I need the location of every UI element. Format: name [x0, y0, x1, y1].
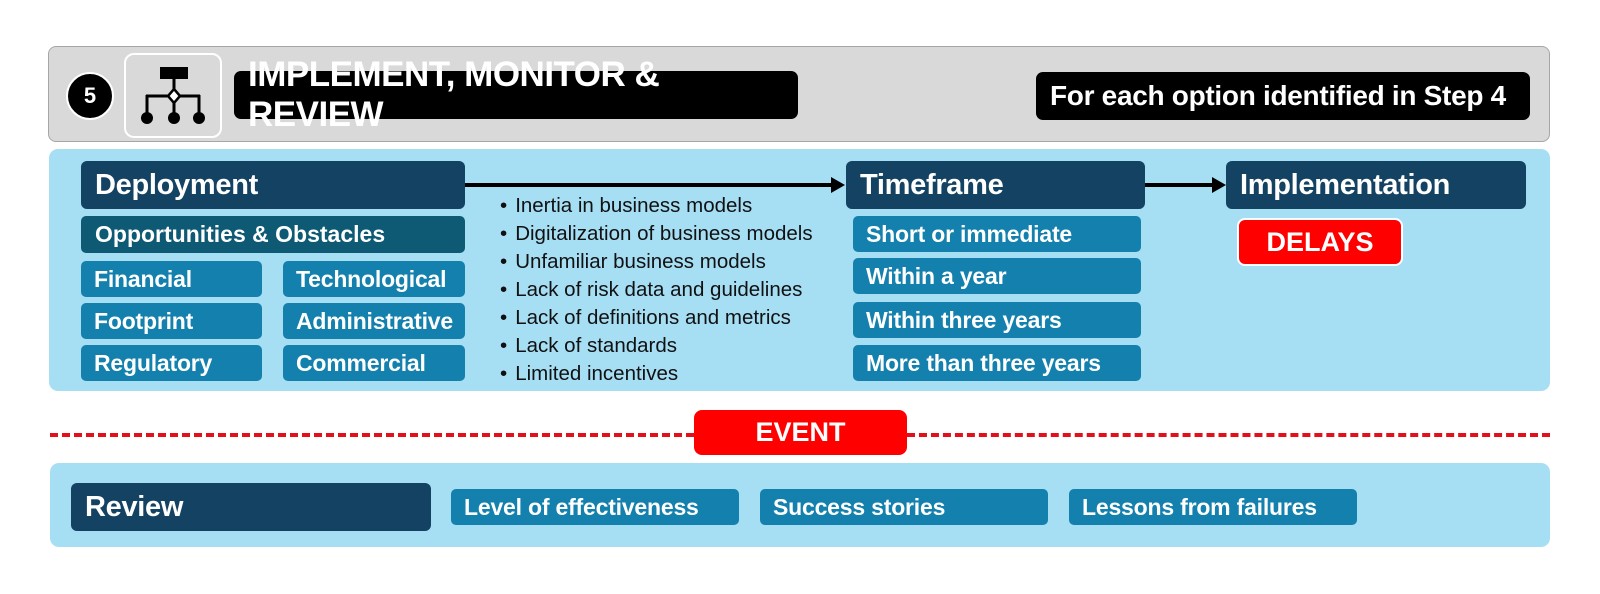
review-heading: Review: [71, 483, 431, 531]
category-financial: Financial: [81, 261, 262, 297]
opportunities-obstacles-heading: Opportunities & Obstacles: [81, 216, 465, 253]
review-item: Level of effectiveness: [451, 489, 739, 525]
timeframe-option: Within three years: [853, 302, 1141, 338]
category-administrative: Administrative: [283, 303, 465, 339]
category-technological: Technological: [283, 261, 465, 297]
category-footprint: Footprint: [81, 303, 262, 339]
event-badge: EVENT: [694, 410, 907, 455]
list-item: Lack of definitions and metrics: [500, 304, 813, 332]
event-divider-left: [50, 433, 694, 437]
list-item: Lack of risk data and guidelines: [500, 276, 813, 304]
list-item: Inertia in business models: [500, 192, 813, 220]
obstacles-list: Inertia in business models Digitalizatio…: [500, 192, 813, 388]
deployment-heading: Deployment: [81, 161, 465, 209]
arrow-deployment-to-timeframe: [465, 183, 831, 187]
timeframe-option: Within a year: [853, 258, 1141, 294]
event-divider-right: [907, 433, 1550, 437]
list-item: Digitalization of business models: [500, 220, 812, 248]
timeframe-heading: Timeframe: [846, 161, 1145, 209]
org-chart-decision-icon: [124, 53, 222, 138]
timeframe-option: Short or immediate: [853, 216, 1141, 252]
delays-badge: DELAYS: [1237, 218, 1403, 266]
list-item: Lack of standards: [500, 332, 813, 360]
timeframe-option: More than three years: [853, 345, 1141, 381]
step-reference-label: For each option identified in Step 4: [1036, 72, 1530, 120]
category-regulatory: Regulatory: [81, 345, 262, 381]
list-item: Unfamiliar business models: [500, 248, 813, 276]
category-commercial: Commercial: [283, 345, 465, 381]
arrow-timeframe-to-implementation: [1145, 183, 1213, 187]
page-title: IMPLEMENT, MONITOR & REVIEW: [234, 55, 798, 134]
review-item: Success stories: [760, 489, 1048, 525]
review-item: Lessons from failures: [1069, 489, 1357, 525]
arrow-head-icon: [1212, 177, 1226, 193]
step-number-badge: 5: [66, 72, 114, 120]
arrow-head-icon: [831, 177, 845, 193]
list-item: Limited incentives: [500, 360, 813, 388]
implementation-heading: Implementation: [1226, 161, 1526, 209]
